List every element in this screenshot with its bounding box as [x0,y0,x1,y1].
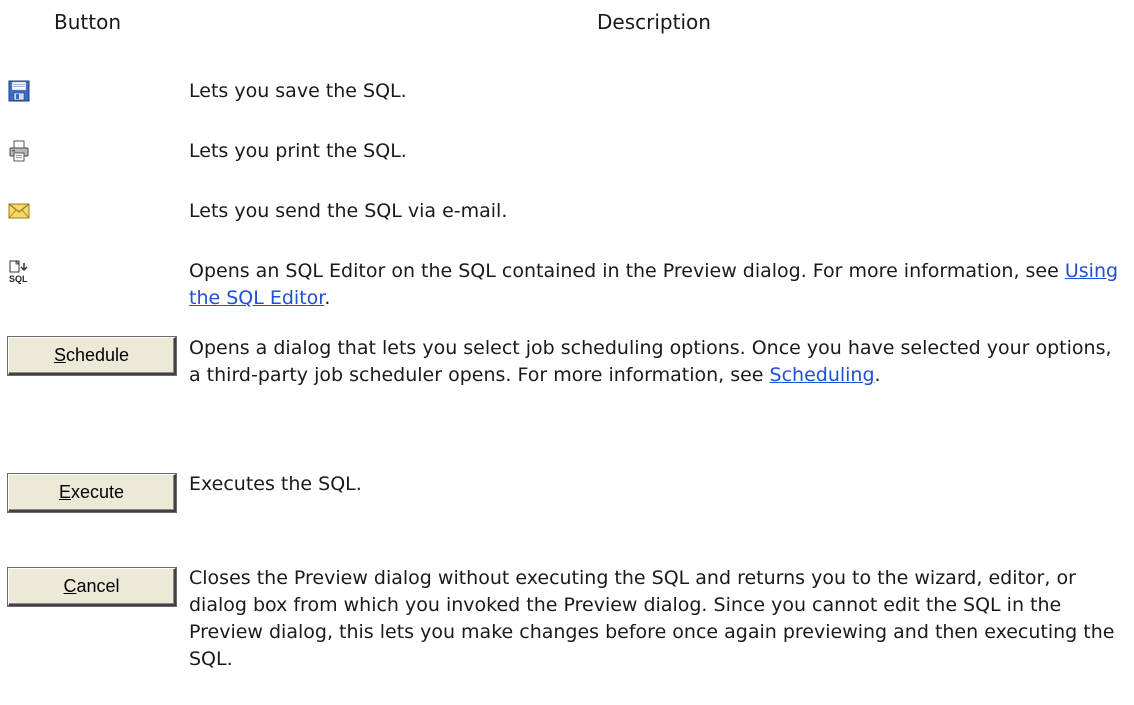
schedule-button-accel: S [53,345,66,365]
row-description-suffix: . [874,364,881,386]
save-icon[interactable] [8,80,32,104]
row-description: Executes the SQL. [189,473,362,495]
row-description: Lets you save the SQL. [189,80,407,102]
row-description-text: Opens a dialog that lets you select job … [189,337,1112,386]
cancel-button-accel: C [63,576,77,596]
cancel-button-label: ancel [76,576,120,596]
schedule-button[interactable]: Schedule [8,337,176,375]
svg-text:SQL: SQL [9,274,28,284]
row-description: Lets you send the SQL via e-mail. [189,200,508,222]
execute-button-label: xecute [70,482,125,502]
schedule-button-label: chedule [65,345,130,365]
print-icon[interactable] [8,140,32,164]
description-column-header: Description [597,10,711,34]
row-description-text: Opens an SQL Editor on the SQL contained… [189,260,1065,282]
row-description: Opens an SQL Editor on the SQL contained… [189,258,1119,312]
scheduling-link[interactable]: Scheduling [770,364,875,386]
mail-icon[interactable] [8,202,32,226]
sql-editor-icon[interactable]: SQL [8,260,32,284]
row-description-suffix: . [324,287,331,309]
row-description: Opens a dialog that lets you select job … [189,335,1119,389]
row-description: Closes the Preview dialog without execut… [189,567,1115,670]
button-column-header: Button [54,10,121,34]
execute-button[interactable]: Execute [8,474,176,512]
execute-button-accel: E [58,482,71,502]
row-description: Lets you print the SQL. [189,140,407,162]
cancel-button[interactable]: Cancel [8,568,176,606]
